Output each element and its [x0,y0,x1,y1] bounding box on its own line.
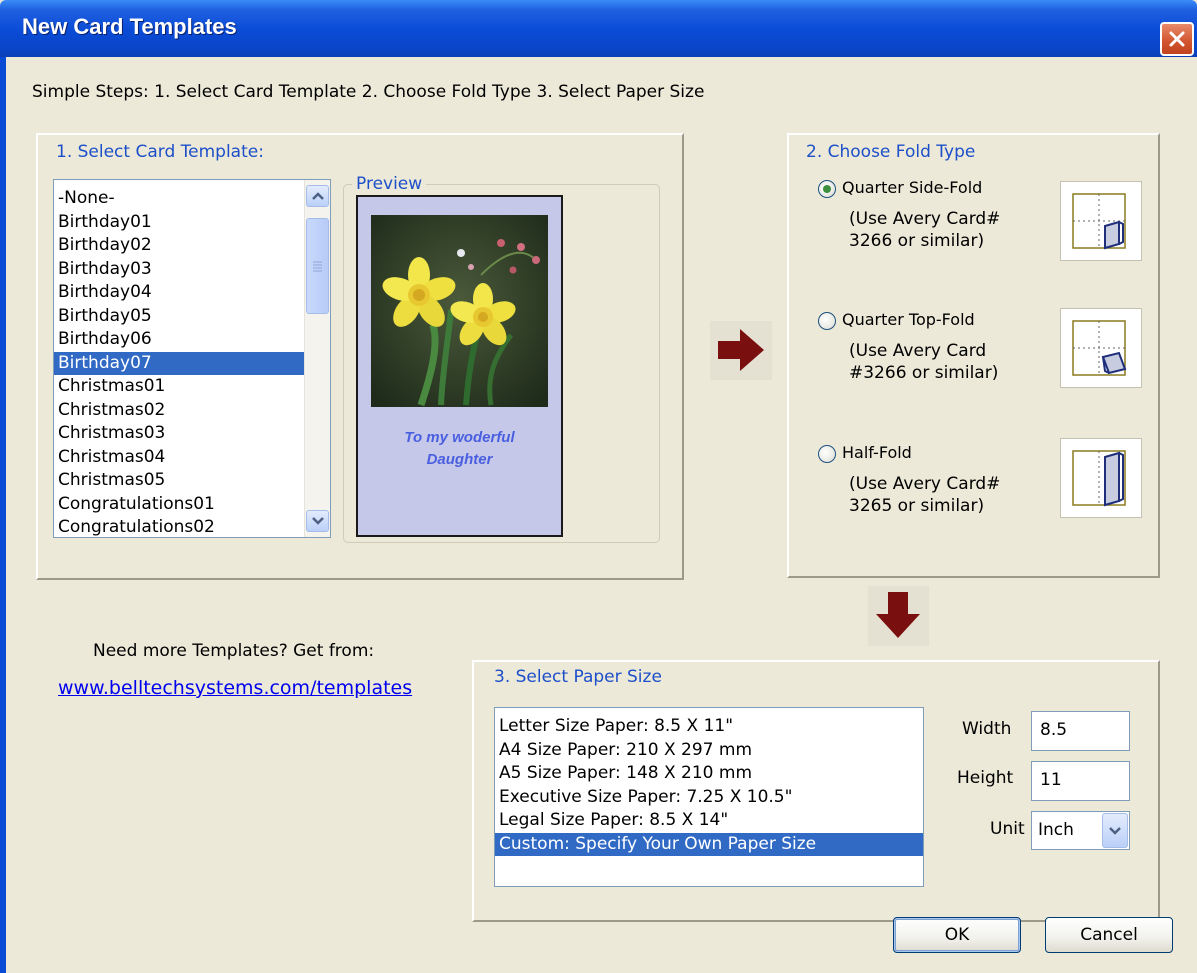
card-caption-line-1: To my woderful [404,429,515,446]
radio-quarter-top-fold[interactable]: Quarter Top-Fold [818,310,975,330]
list-item[interactable]: -None- [54,187,330,211]
list-item[interactable]: Christmas02 [54,399,330,423]
height-label: Height [957,768,1014,788]
close-icon [1169,31,1185,47]
list-item[interactable]: Christmas01 [54,375,330,399]
fold-option-desc: (Use Avery Card# 3265 or similar) [849,473,1000,517]
list-item[interactable]: Birthday04 [54,281,330,305]
list-item[interactable]: Congratulations01 [54,493,330,517]
card-caption-line-2: Daughter [426,451,493,468]
list-item[interactable]: Birthday02 [54,234,330,258]
close-button[interactable] [1160,22,1194,56]
card-preview: To my woderful Daughter [356,195,563,537]
down-arrow-tile [868,586,929,646]
list-item[interactable]: Birthday01 [54,211,330,235]
list-item[interactable]: Christmas04 [54,446,330,470]
chevron-up-icon [311,192,324,200]
template-group-legend: 1. Select Card Template: [52,142,268,162]
width-label: Width [962,719,1012,739]
list-item[interactable]: Letter Size Paper: 8.5 X 11" [495,715,923,739]
list-item[interactable]: A4 Size Paper: 210 X 297 mm [495,739,923,763]
cancel-button[interactable]: Cancel [1045,917,1173,953]
right-arrow-tile [710,321,772,380]
half-fold-icon [1072,450,1126,507]
list-item[interactable]: Executive Size Paper: 7.25 X 10.5" [495,786,923,810]
radio-quarter-side-fold[interactable]: Quarter Side-Fold [818,178,982,198]
list-item[interactable]: Custom: Specify Your Own Paper Size [495,832,923,856]
fold-desc-line: (Use Avery Card# [849,209,1001,229]
fold-desc-line: (Use Avery Card [849,341,987,361]
ok-button[interactable]: OK [893,917,1021,953]
side-fold-icon [1072,193,1126,250]
chevron-down-icon [311,517,324,525]
unit-label: Unit [990,819,1025,839]
arrow-down-icon [876,592,920,638]
fold-option-label: Quarter Top-Fold [842,310,975,329]
fold-option-desc: (Use Avery Card #3266 or similar) [849,340,998,384]
daffodil-photo [371,215,548,407]
list-item[interactable]: Birthday05 [54,305,330,329]
template-scrollbar[interactable] [304,180,330,537]
list-item[interactable]: Congratulations02 [54,516,330,537]
paper-list-items: Letter Size Paper: 8.5 X 11" A4 Size Pape… [495,708,923,856]
more-templates-text: Need more Templates? Get from: [93,641,375,661]
chevron-down-icon [1109,826,1121,835]
steps-instructions: Simple Steps: 1. Select Card Template 2.… [32,82,705,102]
paper-group-legend: 3. Select Paper Size [490,667,666,687]
fold-desc-line: #3266 or similar) [849,363,999,383]
template-list-items: -None- Birthday01 Birthday02 Birthday03 Birt… [54,180,330,537]
arrow-right-icon [718,329,764,371]
top-fold-icon [1072,320,1127,376]
title-bar[interactable]: New Card Templates [0,0,1197,57]
quarter-side-fold-thumbnail [1060,181,1142,261]
fold-desc-line: (Use Avery Card# [849,474,1001,494]
unit-select[interactable]: Inch [1031,811,1130,850]
grip-icon [313,261,322,272]
list-item[interactable]: Christmas05 [54,469,330,493]
templates-link[interactable]: www.belltechsystems.com/templates [58,677,412,699]
list-item[interactable]: Christmas03 [54,422,330,446]
radio-button[interactable] [818,445,836,463]
list-item[interactable]: Birthday03 [54,258,330,282]
template-listbox[interactable]: -None- Birthday01 Birthday02 Birthday03 Birt… [53,179,331,538]
height-input[interactable]: 11 [1031,761,1130,801]
paper-size-listbox[interactable]: Letter Size Paper: 8.5 X 11" A4 Size Pape… [494,707,924,887]
fold-option-desc: (Use Avery Card# 3266 or similar) [849,208,1000,252]
window-title: New Card Templates [22,14,237,39]
radio-button[interactable] [818,180,836,198]
list-item[interactable]: A5 Size Paper: 148 X 210 mm [495,762,923,786]
preview-legend: Preview [352,174,427,194]
width-input[interactable]: 8.5 [1031,711,1130,751]
unit-select-value: Inch [1038,820,1074,840]
list-item[interactable]: Birthday06 [54,328,330,352]
scroll-up-button[interactable] [306,185,329,207]
radio-button[interactable] [818,312,836,330]
window-frame [0,57,6,973]
fold-desc-line: 3265 or similar) [849,496,985,516]
fold-option-label: Half-Fold [842,443,912,462]
list-item[interactable]: Birthday07 [54,351,330,375]
quarter-top-fold-thumbnail [1060,308,1142,388]
half-fold-thumbnail [1060,438,1142,518]
fold-desc-line: 3266 or similar) [849,231,985,251]
scroll-thumb[interactable] [306,218,329,314]
radio-half-fold[interactable]: Half-Fold [818,443,912,463]
list-item[interactable]: Legal Size Paper: 8.5 X 14" [495,809,923,833]
fold-option-label: Quarter Side-Fold [842,178,983,197]
unit-dropdown-button[interactable] [1102,813,1128,848]
fold-group-legend: 2. Choose Fold Type [802,142,980,162]
scroll-down-button[interactable] [306,510,329,532]
